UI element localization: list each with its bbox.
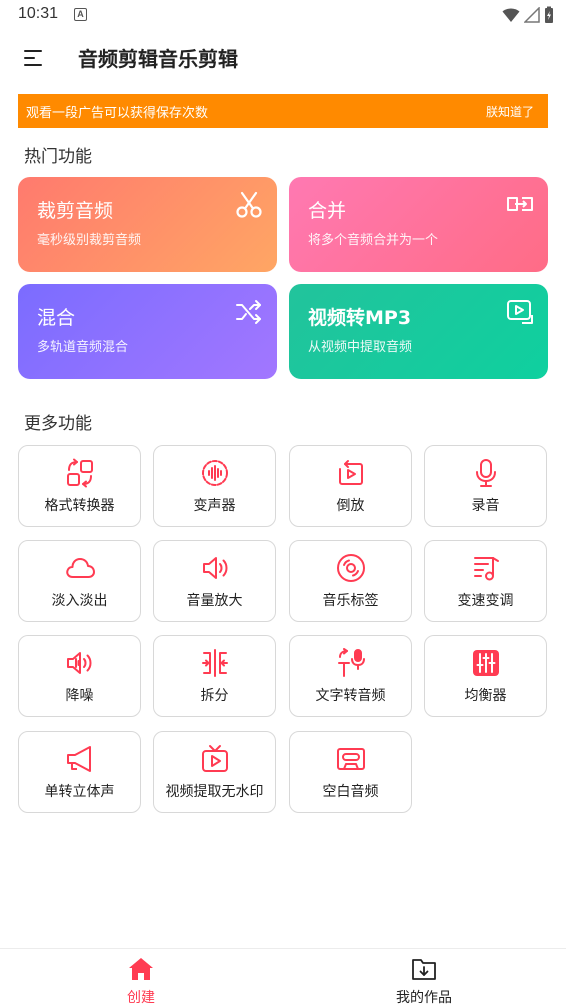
status-time: 10:31	[18, 5, 59, 22]
card-title: 视频转MP3	[308, 307, 412, 329]
tool-label: 音乐标签	[322, 593, 379, 609]
tool-format-converter[interactable]: 格式转换器	[18, 445, 141, 527]
menu-button[interactable]	[24, 48, 46, 68]
music-note-icon	[474, 557, 499, 581]
tool-label: 拆分	[200, 688, 229, 704]
more-section-title: 更多功能	[24, 414, 92, 434]
tool-label: 倒放	[336, 498, 365, 514]
merge-card[interactable]: 合并 将多个音频合并为一个	[289, 177, 548, 272]
card-subtitle: 从视频中提取音频	[308, 340, 413, 355]
tool-fade[interactable]: 淡入淡出	[18, 540, 141, 622]
status-bar: 10:31 A	[0, 0, 566, 30]
microphone-icon	[476, 459, 496, 487]
trim-audio-card[interactable]: 裁剪音频 毫秒级别裁剪音频	[18, 177, 277, 272]
tool-label: 音量放大	[186, 593, 243, 609]
card-subtitle: 毫秒级别裁剪音频	[37, 233, 142, 248]
tool-noise-reduction[interactable]: 降噪	[18, 635, 141, 717]
card-title: 裁剪音频	[37, 200, 114, 222]
voice-changer-icon	[202, 460, 228, 486]
disc-icon	[337, 554, 365, 582]
tv-play-icon	[202, 745, 228, 772]
cloud-icon	[66, 558, 95, 578]
reverse-play-icon	[339, 460, 363, 485]
tool-label: 格式转换器	[44, 498, 115, 514]
page-title: 音频剪辑音乐剪辑	[78, 47, 238, 71]
download-folder-icon	[412, 959, 436, 980]
nav-label: 创建	[127, 990, 155, 1006]
merge-icon	[507, 197, 533, 211]
tool-label: 降噪	[65, 688, 94, 704]
card-subtitle: 多轨道音频混合	[37, 340, 129, 355]
text-to-speech-icon	[338, 648, 365, 677]
tool-label: 文字转音频	[315, 688, 386, 704]
home-icon	[129, 958, 153, 980]
video-to-audio-icon	[507, 300, 533, 324]
hot-section-title: 热门功能	[24, 147, 92, 167]
mix-card[interactable]: 混合 多轨道音频混合	[18, 284, 277, 379]
status-icons	[502, 6, 554, 24]
tool-volume-boost[interactable]: 音量放大	[153, 540, 276, 622]
tool-video-watermark-removal[interactable]: 视频提取无水印	[153, 731, 276, 813]
nav-create[interactable]: 创建	[71, 949, 211, 1008]
tool-label: 变声器	[193, 498, 236, 514]
tool-music-tag[interactable]: 音乐标签	[289, 540, 412, 622]
tool-blank-audio[interactable]: 空白音频	[289, 731, 412, 813]
cassette-icon	[337, 748, 365, 770]
volume-icon	[203, 557, 228, 579]
tool-label: 淡入淡出	[51, 593, 108, 609]
bottom-nav: 创建 我的作品	[0, 948, 566, 1008]
video-to-mp3-card[interactable]: 视频转MP3 从视频中提取音频	[289, 284, 548, 379]
shuffle-icon	[236, 300, 261, 324]
tool-label: 视频提取无水印	[165, 784, 264, 800]
nav-label: 我的作品	[396, 990, 452, 1006]
equalizer-icon	[473, 650, 499, 676]
split-icon	[202, 649, 228, 677]
wifi-icon	[502, 8, 520, 22]
card-title: 混合	[37, 307, 76, 329]
ad-banner: 观看一段广告可以获得保存次数 朕知道了	[18, 94, 548, 128]
scissors-icon	[236, 191, 262, 218]
tool-label: 单转立体声	[44, 784, 115, 800]
card-subtitle: 将多个音频合并为一个	[308, 233, 439, 248]
tool-text-to-speech[interactable]: 文字转音频	[289, 635, 412, 717]
tool-record[interactable]: 录音	[424, 445, 547, 527]
stereo-speaker-icon	[67, 746, 91, 772]
battery-icon	[545, 6, 553, 23]
tool-reverse[interactable]: 倒放	[289, 445, 412, 527]
nav-my-works[interactable]: 我的作品	[354, 949, 494, 1008]
tool-speed-pitch[interactable]: 变速变调	[424, 540, 547, 622]
tool-mono-to-stereo[interactable]: 单转立体声	[18, 731, 141, 813]
tool-label: 录音	[471, 498, 500, 514]
banner-text: 观看一段广告可以获得保存次数	[26, 106, 209, 121]
card-title: 合并	[308, 200, 347, 222]
format-convert-icon	[67, 458, 93, 488]
tool-label: 空白音频	[322, 784, 379, 800]
banner-dismiss-button[interactable]: 朕知道了	[486, 103, 534, 120]
noise-reduction-icon	[67, 652, 92, 674]
notification-a-icon: A	[74, 8, 87, 21]
tool-voice-changer[interactable]: 变声器	[153, 445, 276, 527]
tool-label: 变速变调	[457, 593, 514, 609]
tool-equalizer[interactable]: 均衡器	[424, 635, 547, 717]
tool-label: 均衡器	[464, 688, 507, 704]
tool-split[interactable]: 拆分	[153, 635, 276, 717]
signal-icon	[524, 7, 540, 23]
app-bar: 音频剪辑音乐剪辑	[0, 30, 566, 86]
